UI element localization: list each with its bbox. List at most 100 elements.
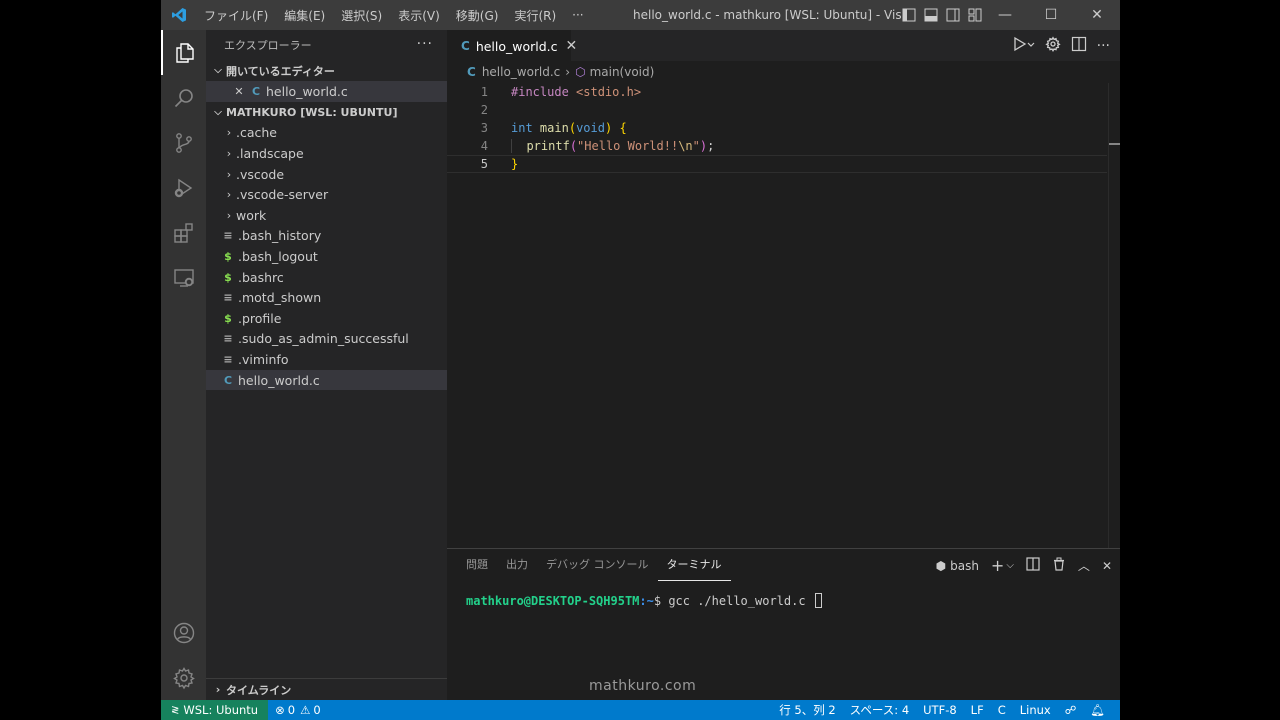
split-terminal-icon[interactable] [1026, 557, 1040, 574]
tab-output[interactable]: 出力 [497, 549, 537, 581]
file-label: .viminfo [238, 351, 289, 367]
problems-indicator[interactable]: ⊗ 0 ⚠ 0 [268, 703, 328, 717]
open-editors-section[interactable]: ⌵ 開いているエディター [206, 60, 447, 81]
maximize-button[interactable]: ☐ [1028, 0, 1074, 30]
toggle-panel-icon[interactable] [923, 7, 939, 23]
customize-layout-icon[interactable] [967, 7, 983, 23]
timeline-section[interactable]: › タイムライン [206, 678, 447, 700]
close-panel-icon[interactable]: ✕ [1102, 559, 1112, 573]
line-content: printf("Hello World!!\n"); [511, 139, 714, 153]
platform[interactable]: Linux [1013, 703, 1058, 717]
search-icon[interactable] [161, 75, 206, 120]
c-file-icon: C [461, 39, 470, 53]
explorer-more-button[interactable]: ··· [417, 36, 433, 52]
menu-file[interactable]: ファイル(F) [196, 7, 276, 24]
chevron-right-icon: › [226, 167, 232, 181]
menu-more[interactable]: ··· [564, 8, 591, 22]
status-right: 行 5、列 2 スペース: 4 UTF-8 LF C Linux ☍ 🔔︎ [772, 700, 1112, 720]
feedback-icon[interactable]: ☍ [1058, 703, 1084, 717]
folder-item[interactable]: › .vscode-server [206, 184, 447, 205]
new-terminal-plus-icon[interactable]: + [991, 556, 1004, 575]
trash-icon[interactable] [1052, 557, 1066, 574]
param-token: void [576, 121, 605, 135]
file-item[interactable]: $ .bash_logout [206, 246, 447, 267]
file-item[interactable]: $ .bashrc [206, 267, 447, 288]
chevron-right-icon: › [215, 683, 221, 696]
language-mode[interactable]: C [991, 703, 1013, 717]
toggle-sidebar-icon[interactable] [901, 7, 917, 23]
menu-run[interactable]: 実行(R) [506, 7, 564, 24]
code-line[interactable]: 4 printf("Hello World!!\n"); [447, 137, 1107, 155]
menu-view[interactable]: 表示(V) [390, 7, 448, 24]
cursor-position[interactable]: 行 5、列 2 [772, 702, 842, 718]
workspace-label: MATHKURO [WSL: UBUNTU] [226, 105, 398, 119]
notifications-bell-icon[interactable]: 🔔︎ [1083, 703, 1112, 717]
open-editor-item[interactable]: ✕ C hello_world.c [206, 81, 447, 102]
breadcrumb-file[interactable]: hello_world.c [482, 65, 560, 79]
file-item-selected[interactable]: Chello_world.c [206, 369, 447, 391]
menu-edit[interactable]: 編集(E) [276, 7, 333, 24]
file-item[interactable]: ≡ .motd_shown [206, 287, 447, 308]
line-number: 2 [480, 103, 488, 117]
close-window-button[interactable]: ✕ [1074, 0, 1120, 30]
folder-item[interactable]: › .vscode [206, 164, 447, 185]
extensions-icon[interactable] [161, 210, 206, 255]
tab-terminal[interactable]: ターミナル [657, 549, 731, 581]
file-item[interactable]: ≡ .viminfo [206, 349, 447, 370]
run-file-icon[interactable] [1013, 36, 1035, 56]
folder-label: .vscode-server [236, 187, 329, 203]
accounts-icon[interactable] [161, 610, 206, 655]
vscode-logo-icon[interactable] [161, 0, 196, 30]
settings-gear-icon[interactable] [1045, 36, 1061, 56]
code-line[interactable]: 1 #include <stdio.h> [447, 83, 1107, 101]
chevron-down-icon[interactable]: ⌵ [1006, 560, 1014, 571]
run-debug-icon[interactable] [161, 165, 206, 210]
menu-go[interactable]: 移動(G) [448, 7, 507, 24]
code-line[interactable]: 2 [447, 101, 1107, 119]
folder-label: .cache [236, 125, 277, 141]
indentation[interactable]: スペース: 4 [843, 702, 916, 718]
remote-explorer-icon[interactable] [161, 255, 206, 300]
file-item[interactable]: ≡ .bash_history [206, 226, 447, 247]
split-editor-icon[interactable] [1071, 36, 1087, 56]
close-tab-icon[interactable]: ✕ [566, 38, 578, 54]
tab-debug-console[interactable]: デバッグ コンソール [537, 549, 658, 581]
file-item[interactable]: ≡ .sudo_as_admin_successful [206, 329, 447, 350]
tab-problems[interactable]: 問題 [457, 549, 497, 581]
terminal-output[interactable]: mathkuro@DESKTOP-SQH95TM:~$ gcc ./hello_… [466, 593, 822, 608]
close-icon[interactable]: ✕ [230, 85, 248, 98]
workspace-section[interactable]: ⌵ MATHKURO [WSL: UBUNTU] [206, 102, 447, 123]
breadcrumb-symbol[interactable]: main(void) [590, 65, 655, 79]
end-of-line[interactable]: LF [964, 703, 991, 717]
scrollbar-cursor-marker [1109, 143, 1120, 145]
shell-file-icon: $ [224, 249, 232, 263]
code-line[interactable]: 3 int main(void) { [447, 119, 1107, 137]
editor-scrollbar[interactable] [1108, 83, 1120, 548]
more-actions-icon[interactable]: ··· [1097, 38, 1110, 54]
source-control-icon[interactable] [161, 120, 206, 165]
remote-indicator[interactable]: ≷ WSL: Ubuntu [161, 700, 269, 720]
chevron-right-icon: › [226, 126, 232, 140]
folder-item[interactable]: › work [206, 205, 447, 226]
minimize-button[interactable]: — [982, 0, 1028, 30]
toggle-secondary-sidebar-icon[interactable] [945, 7, 961, 23]
text-file-icon: ≡ [223, 352, 233, 366]
file-item[interactable]: $ .profile [206, 308, 447, 329]
menu-selection[interactable]: 選択(S) [333, 7, 390, 24]
code-editor[interactable]: 1 #include <stdio.h> 2 3 int main(void) … [447, 83, 1107, 173]
vscode-window: ファイル(F) 編集(E) 選択(S) 表示(V) 移動(G) 実行(R) ··… [161, 0, 1120, 720]
editor-tabs: C hello_world.c ✕ ··· [447, 30, 1120, 61]
line-content: } [511, 157, 519, 171]
explorer-icon[interactable] [161, 30, 206, 75]
folder-item[interactable]: › .cache [206, 123, 447, 144]
tab-hello-world[interactable]: C hello_world.c ✕ [447, 30, 577, 61]
terminal-shell-selector[interactable]: ⬢ bash [936, 559, 979, 573]
file-label: .motd_shown [238, 290, 322, 306]
error-count: 0 [287, 703, 296, 717]
code-line-current[interactable]: 5 } [447, 155, 1107, 173]
file-label: .profile [238, 310, 282, 326]
encoding[interactable]: UTF-8 [916, 703, 964, 717]
maximize-panel-icon[interactable]: ︿ [1078, 557, 1090, 574]
manage-gear-icon[interactable] [161, 655, 206, 700]
folder-item[interactable]: › .landscape [206, 143, 447, 164]
